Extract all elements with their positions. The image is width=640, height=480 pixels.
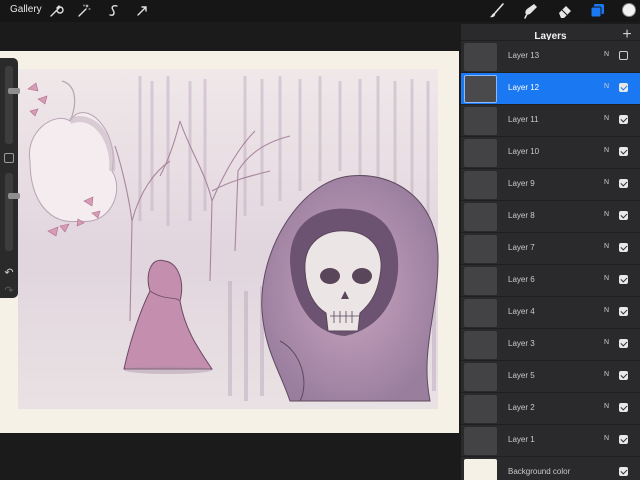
selection-s-icon[interactable] <box>106 3 122 19</box>
undo-arrow-icon[interactable]: ↶ <box>2 266 16 280</box>
blend-mode-button[interactable]: N <box>604 115 609 122</box>
blend-mode-button[interactable]: N <box>604 51 609 58</box>
layer-thumbnail <box>464 363 497 391</box>
background-color-label: Background color <box>508 467 571 476</box>
layer-thumbnail <box>464 203 497 231</box>
wrench-icon[interactable] <box>48 3 64 19</box>
blend-mode-button[interactable]: N <box>604 147 609 154</box>
visibility-checkbox[interactable] <box>619 275 628 284</box>
layer-row[interactable]: Layer 11 N <box>461 104 640 136</box>
left-sidebar: ↶ ↷ <box>0 58 20 298</box>
brush-size-slider[interactable] <box>5 66 20 144</box>
visibility-checkbox[interactable] <box>619 403 628 412</box>
layer-thumbnail <box>464 427 497 455</box>
square-icon[interactable] <box>4 153 14 163</box>
layer-thumbnail <box>464 43 497 71</box>
layer-thumbnail <box>464 235 497 263</box>
blend-mode-button[interactable]: N <box>604 179 609 186</box>
layer-thumbnail <box>464 331 497 359</box>
layer-name: Layer 6 <box>508 275 535 284</box>
layer-row[interactable]: Layer 1 N <box>461 424 640 456</box>
layer-name: Layer 8 <box>508 211 535 220</box>
visibility-checkbox[interactable] <box>619 307 628 316</box>
blend-mode-button[interactable]: N <box>604 83 609 90</box>
blend-mode-button[interactable]: N <box>604 275 609 282</box>
visibility-checkbox[interactable] <box>619 339 628 348</box>
visibility-checkbox[interactable] <box>619 211 628 220</box>
procreate-app: Gallery ↶ ↷ Layers + Layer 13 N Layer 12… <box>0 0 640 480</box>
layer-name: Layer 9 <box>508 179 535 188</box>
visibility-checkbox[interactable] <box>619 51 628 60</box>
layer-row[interactable]: Layer 8 N <box>461 200 640 232</box>
layer-thumbnail <box>464 299 497 327</box>
layer-row[interactable]: Layer 9 N <box>461 168 640 200</box>
redo-arrow-icon[interactable]: ↷ <box>2 284 16 298</box>
layer-thumbnail <box>464 75 497 103</box>
visibility-checkbox[interactable] <box>619 371 628 380</box>
brush-size-thumb[interactable] <box>8 88 20 94</box>
visibility-checkbox[interactable] <box>619 115 628 124</box>
top-toolbar: Gallery <box>0 0 640 22</box>
layer-row[interactable]: Layer 2 N <box>461 392 640 424</box>
blend-mode-button[interactable]: N <box>604 307 609 314</box>
blend-mode-button[interactable]: N <box>604 371 609 378</box>
background-color-thumbnail[interactable] <box>464 459 497 480</box>
layer-thumbnail <box>464 139 497 167</box>
visibility-checkbox[interactable] <box>619 83 628 92</box>
layer-thumbnail <box>464 171 497 199</box>
opacity-slider[interactable] <box>5 173 20 251</box>
layer-row[interactable]: Layer 4 N <box>461 296 640 328</box>
active-color-swatch[interactable] <box>622 3 636 17</box>
transform-arrow-icon[interactable] <box>134 3 150 19</box>
gallery-button[interactable]: Gallery <box>10 4 42 15</box>
artwork-illustration <box>18 69 439 409</box>
layer-name: Layer 5 <box>508 371 535 380</box>
layer-thumbnail <box>464 395 497 423</box>
layer-row[interactable]: Layer 6 N <box>461 264 640 296</box>
layer-name: Layer 2 <box>508 403 535 412</box>
blend-mode-button[interactable]: N <box>604 243 609 250</box>
visibility-checkbox[interactable] <box>619 435 628 444</box>
visibility-checkbox[interactable] <box>619 243 628 252</box>
layer-thumbnail <box>464 107 497 135</box>
layer-row[interactable]: Layer 13 N <box>461 40 640 72</box>
layer-name: Layer 12 <box>508 83 540 92</box>
layer-row[interactable]: Layer 3 N <box>461 328 640 360</box>
layer-thumbnail <box>464 267 497 295</box>
visibility-checkbox[interactable] <box>619 147 628 156</box>
brush-icon[interactable] <box>488 2 506 20</box>
visibility-checkbox[interactable] <box>619 179 628 188</box>
layer-row[interactable]: Layer 12 N <box>461 72 640 104</box>
layer-name: Layer 1 <box>508 435 535 444</box>
layer-name: Layer 3 <box>508 339 535 348</box>
layer-row[interactable]: Layer 5 N <box>461 360 640 392</box>
layer-row[interactable]: Layer 7 N <box>461 232 640 264</box>
magic-wand-icon[interactable] <box>76 3 92 19</box>
blend-mode-button[interactable]: N <box>604 435 609 442</box>
blend-mode-button[interactable]: N <box>604 211 609 218</box>
drawing-canvas[interactable] <box>0 51 459 433</box>
background-color-row[interactable]: Background color <box>461 456 640 480</box>
layer-name: Layer 10 <box>508 147 540 156</box>
layer-name: Layer 4 <box>508 307 535 316</box>
smudge-icon[interactable] <box>522 2 540 20</box>
layer-row[interactable]: Layer 10 N <box>461 136 640 168</box>
layer-name: Layer 7 <box>508 243 535 252</box>
blend-mode-button[interactable]: N <box>604 403 609 410</box>
layers-icon[interactable] <box>588 2 606 20</box>
layer-name: Layer 13 <box>508 51 540 60</box>
opacity-thumb[interactable] <box>8 193 20 199</box>
visibility-checkbox[interactable] <box>619 467 628 476</box>
blend-mode-button[interactable]: N <box>604 339 609 346</box>
eraser-icon[interactable] <box>556 2 574 20</box>
layers-panel: Layers + Layer 13 N Layer 12 N Layer 11 N Laye… <box>461 24 640 480</box>
layer-name: Layer 11 <box>508 115 539 124</box>
